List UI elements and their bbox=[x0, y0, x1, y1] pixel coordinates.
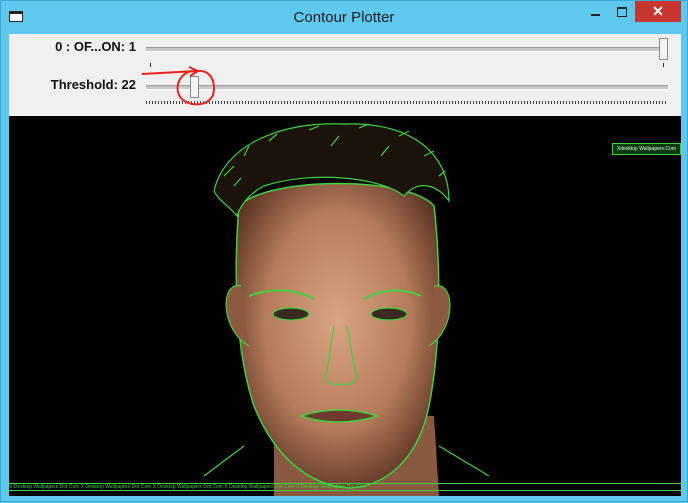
toggle-trackbar-thumb[interactable] bbox=[659, 38, 668, 60]
close-button[interactable]: ✕ bbox=[635, 1, 681, 22]
toggle-trackbar-label: 0 : OF...ON: 1 bbox=[55, 39, 136, 54]
contour-photo bbox=[203, 123, 490, 496]
watermark-strip: X Desktop Wallpapers Dot Com X Desktop W… bbox=[9, 483, 681, 491]
left-eye bbox=[272, 307, 310, 321]
title-bar[interactable]: Contour Plotter ✕ bbox=[1, 1, 687, 33]
toggle-trackbar-ticks bbox=[146, 63, 668, 67]
face-shape bbox=[235, 182, 440, 489]
close-icon: ✕ bbox=[652, 3, 664, 19]
toggle-trackbar-track[interactable] bbox=[146, 47, 668, 52]
threshold-trackbar-thumb[interactable] bbox=[190, 76, 200, 98]
trackbar-panel: 0 : OF...ON: 1 Threshold: 22 bbox=[9, 34, 681, 116]
contour-image: Xdesktop Wallpapers.Com X Desktop Wallpa… bbox=[9, 116, 681, 496]
maximize-button[interactable] bbox=[607, 1, 637, 23]
contour-plotter-window: Contour Plotter ✕ 0 : OF...ON: 1 Thresho… bbox=[0, 0, 688, 502]
maximize-icon bbox=[617, 7, 627, 17]
threshold-trackbar-track[interactable] bbox=[146, 85, 668, 90]
minimize-icon bbox=[591, 14, 600, 16]
threshold-trackbar-label: Threshold: 22 bbox=[50, 77, 136, 92]
watermark-badge: Xdesktop Wallpapers.Com bbox=[612, 143, 681, 155]
threshold-trackbar-ticks bbox=[146, 101, 668, 104]
right-eye bbox=[370, 307, 408, 321]
